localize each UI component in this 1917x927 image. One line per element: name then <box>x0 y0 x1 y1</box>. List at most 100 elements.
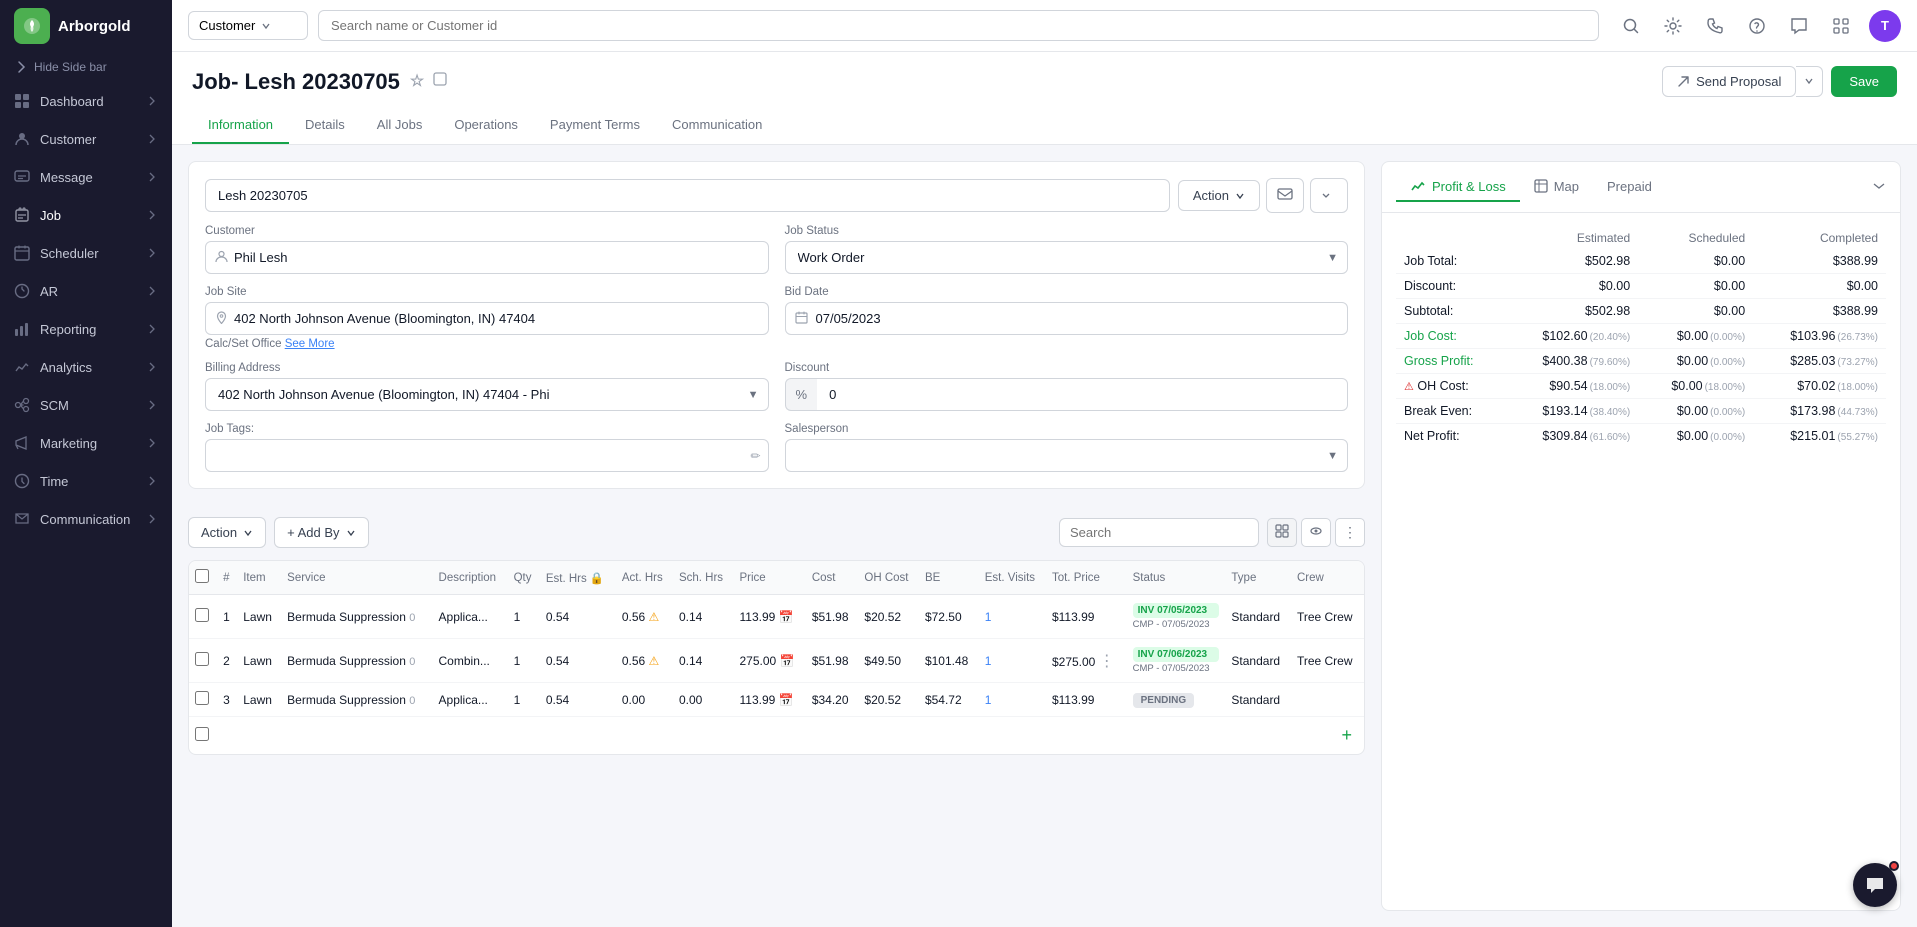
dots-icon[interactable]: ⋮ <box>1099 653 1115 670</box>
billing-address-select[interactable]: 402 North Johnson Avenue (Bloomington, I… <box>205 378 769 411</box>
sidebar-item-marketing-label: Marketing <box>40 436 97 451</box>
phone-icon-button[interactable] <box>1701 12 1729 40</box>
row-qty: 1 <box>508 683 540 717</box>
pnl-tab-prepaid[interactable]: Prepaid <box>1593 173 1666 202</box>
row-checkbox[interactable] <box>195 691 209 705</box>
star-icon[interactable]: ☆ <box>410 71 424 92</box>
action-button[interactable]: Action <box>1178 180 1260 211</box>
job-site-input[interactable] <box>205 302 769 335</box>
customer-input[interactable] <box>205 241 769 274</box>
add-by-button[interactable]: + Add By <box>274 517 368 548</box>
col-header-price: Price <box>733 561 805 595</box>
table-search-input[interactable] <box>1059 518 1259 547</box>
bid-date-input-wrap <box>785 302 1349 335</box>
more-options-button[interactable] <box>1310 178 1348 213</box>
sidebar-item-marketing[interactable]: Marketing <box>0 424 172 462</box>
top-form-row: Action <box>205 178 1348 213</box>
calendar-cell-icon[interactable]: 📅 <box>779 610 794 624</box>
calendar-cell-icon[interactable]: 📅 <box>779 693 794 707</box>
job-status-select[interactable]: Work Order Estimate Completed <box>785 241 1349 274</box>
search-icon-button[interactable] <box>1617 12 1645 40</box>
send-proposal-button[interactable]: Send Proposal <box>1662 66 1796 97</box>
row-status: PENDING <box>1127 683 1226 717</box>
pnl-col-estimated: Estimated <box>1505 227 1638 249</box>
tag-edit-icon[interactable]: ✏ <box>750 449 760 463</box>
pnl-tab-map[interactable]: Map <box>1520 173 1593 202</box>
pnl-tab-profit-loss[interactable]: Profit & Loss <box>1396 172 1520 202</box>
pnl-tab-map-label: Map <box>1554 179 1579 194</box>
billing-address-select-wrap: 402 North Johnson Avenue (Bloomington, I… <box>205 378 769 411</box>
row-checkbox[interactable] <box>195 608 209 622</box>
sidebar-item-ar[interactable]: AR <box>0 272 172 310</box>
sidebar-item-customer[interactable]: Customer <box>0 120 172 158</box>
discount-input[interactable] <box>817 378 1348 411</box>
row-crew: Tree Crew <box>1291 639 1364 683</box>
send-proposal-dropdown[interactable] <box>1796 66 1823 97</box>
see-more-link[interactable]: See More <box>285 338 335 350</box>
tab-communication[interactable]: Communication <box>656 107 778 144</box>
settings-icon-button[interactable] <box>1659 12 1687 40</box>
save-button[interactable]: Save <box>1831 66 1897 97</box>
chat-bubble[interactable] <box>1853 863 1897 907</box>
body-split: Action Customer <box>172 145 1917 927</box>
row-price: 113.99 📅 <box>733 683 805 717</box>
sidebar-item-reporting[interactable]: Reporting <box>0 310 172 348</box>
hide-sidebar-button[interactable]: Hide Side bar <box>0 52 172 82</box>
row-item: Lawn <box>237 683 281 717</box>
select-all-checkbox[interactable] <box>195 569 209 583</box>
job-tags-input[interactable] <box>205 439 769 472</box>
customer-selector[interactable]: Customer <box>188 11 308 40</box>
sidebar-item-communication[interactable]: Communication <box>0 500 172 538</box>
calendar-cell-icon[interactable]: 📅 <box>780 654 795 668</box>
empty-row-checkbox[interactable] <box>195 727 209 741</box>
global-search-input[interactable] <box>318 10 1599 41</box>
sidebar-item-scheduler[interactable]: Scheduler <box>0 234 172 272</box>
sidebar-item-scm[interactable]: SCM <box>0 386 172 424</box>
pnl-row-label: Subtotal: <box>1396 299 1505 324</box>
logo[interactable]: Arborgold <box>0 0 172 52</box>
customer-status-row: Customer Job Status Work Order <box>205 225 1348 274</box>
tab-operations[interactable]: Operations <box>438 107 534 144</box>
table-action-button[interactable]: Action <box>188 517 266 548</box>
pnl-row-scheduled: $0.00 <box>1638 249 1753 274</box>
pnl-row-label: Job Total: <box>1396 249 1505 274</box>
pnl-table: Estimated Scheduled Completed Job Total:… <box>1396 227 1886 448</box>
eye-view-icon[interactable] <box>1301 518 1331 547</box>
bid-date-input[interactable] <box>785 302 1349 335</box>
salesperson-select[interactable] <box>785 439 1349 472</box>
more-view-icon[interactable]: ⋮ <box>1335 518 1365 547</box>
col-header-be: BE <box>919 561 979 595</box>
job-tags-col: Job Tags: ✏ <box>205 423 769 472</box>
tab-details[interactable]: Details <box>289 107 361 144</box>
sidebar-item-time[interactable]: Time <box>0 462 172 500</box>
add-row-button[interactable]: + <box>1335 725 1358 745</box>
apps-icon-button[interactable] <box>1827 12 1855 40</box>
sidebar-item-analytics-label: Analytics <box>40 360 92 375</box>
grid-view-icon[interactable] <box>1267 518 1297 547</box>
billing-discount-row: Billing Address 402 North Johnson Avenue… <box>205 362 1348 411</box>
sidebar-item-communication-label: Communication <box>40 512 130 527</box>
job-site-input-wrap <box>205 302 769 335</box>
customer-input-wrap <box>205 241 769 274</box>
tab-information[interactable]: Information <box>192 107 289 144</box>
tab-payment-terms[interactable]: Payment Terms <box>534 107 656 144</box>
pnl-row-estimated: $309.84(61.60%) <box>1505 424 1638 449</box>
chat-icon-button[interactable] <box>1785 12 1813 40</box>
sidebar-item-message[interactable]: Message <box>0 158 172 196</box>
pnl-row: Subtotal: $502.98 $0.00 $388.99 <box>1396 299 1886 324</box>
email-icon-button[interactable] <box>1266 178 1304 213</box>
sidebar-item-dashboard[interactable]: Dashboard <box>0 82 172 120</box>
bid-date-label: Bid Date <box>785 286 1349 298</box>
user-avatar[interactable]: T <box>1869 10 1901 42</box>
job-name-input[interactable] <box>205 179 1170 212</box>
col-header-est-hrs: Est. Hrs 🔒 <box>540 561 616 595</box>
sidebar-item-customer-label: Customer <box>40 132 96 147</box>
row-checkbox[interactable] <box>195 652 209 666</box>
pnl-expand-icon[interactable] <box>1872 179 1886 196</box>
edit-icon[interactable] <box>432 71 448 92</box>
empty-cells <box>217 717 673 755</box>
tab-all-jobs[interactable]: All Jobs <box>361 107 439 144</box>
sidebar-item-analytics[interactable]: Analytics <box>0 348 172 386</box>
sidebar-item-job[interactable]: Job <box>0 196 172 234</box>
help-icon-button[interactable] <box>1743 12 1771 40</box>
